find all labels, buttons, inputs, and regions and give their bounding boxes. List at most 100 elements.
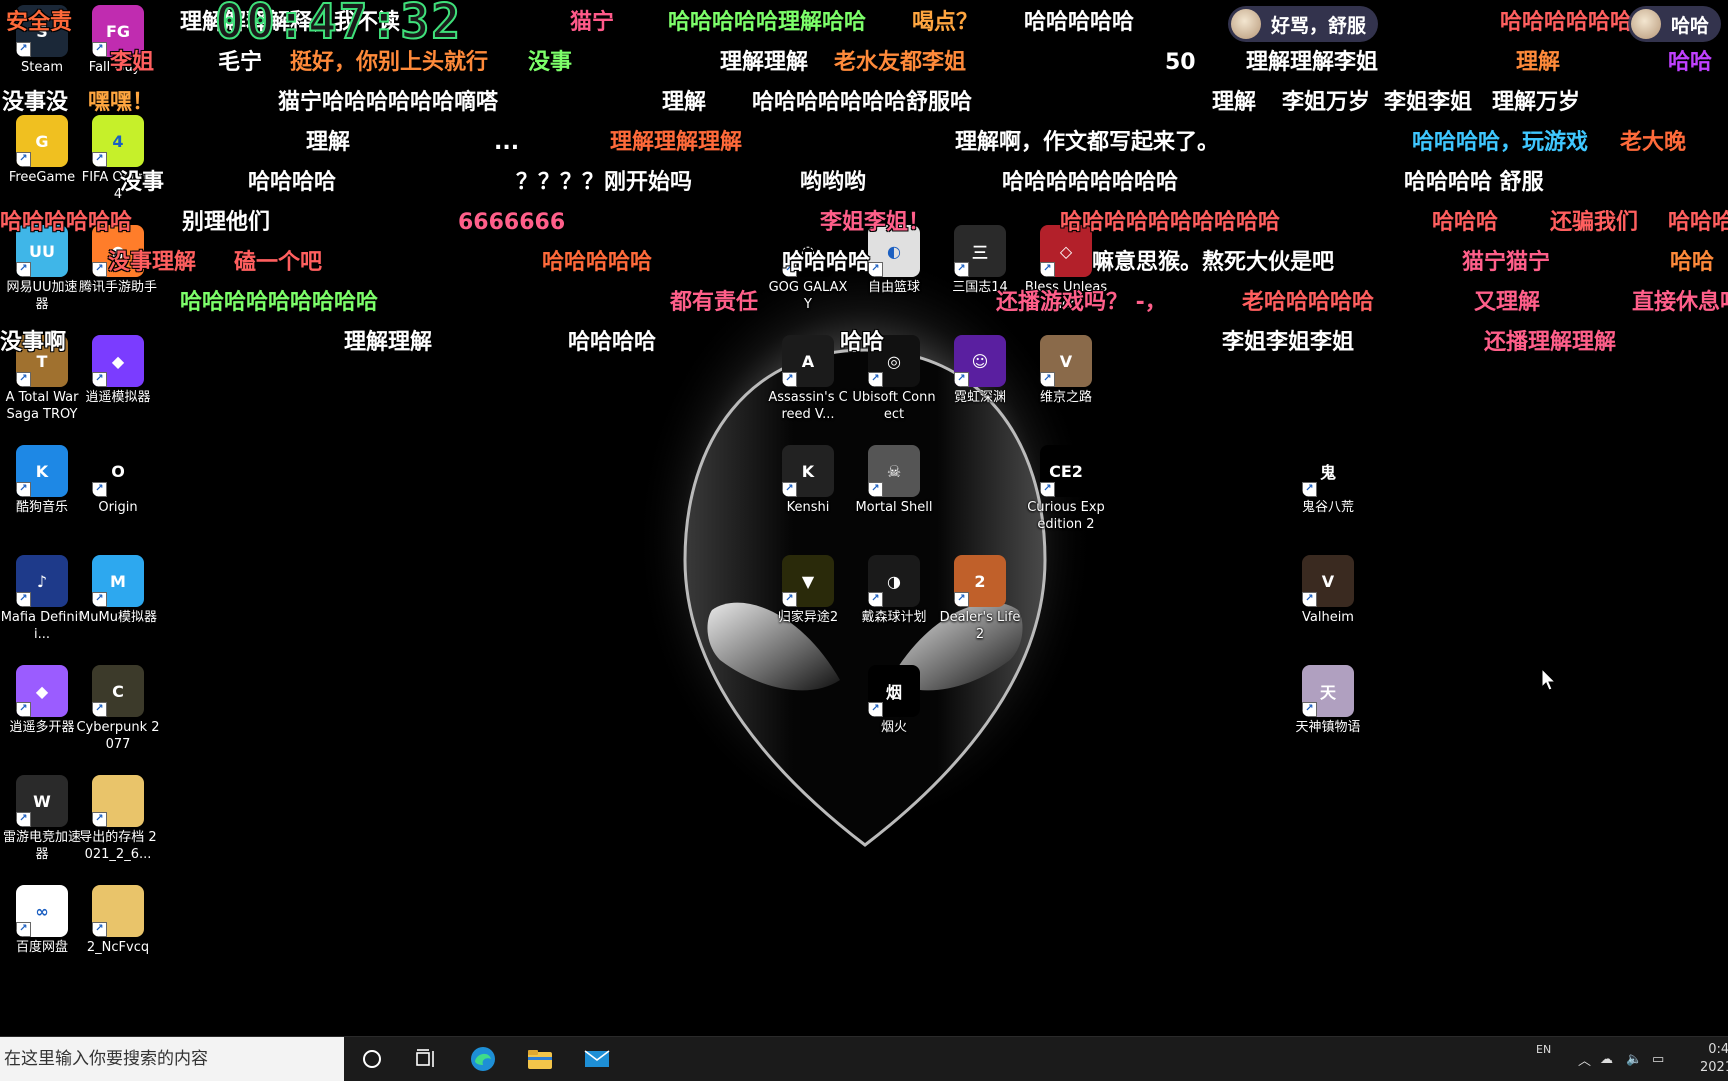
danmaku-comment: 还播理解理解 xyxy=(1484,330,1617,355)
desktop-icon[interactable]: ♪ ↗ Mafia Definiti... xyxy=(0,555,84,643)
desktop-icon[interactable]: ↗ 2_NcFvcq xyxy=(76,885,160,956)
desktop-icon-label: 鬼谷八荒 xyxy=(1301,500,1354,515)
danmaku-comment: 李姐李姐！ xyxy=(820,210,931,235)
file-explorer-button[interactable] xyxy=(516,1037,564,1081)
desktop-icon[interactable]: 天 ↗ 天神镇物语 xyxy=(1286,665,1370,736)
desktop-icon[interactable]: ◑ ↗ 戴森球计划 xyxy=(852,555,936,626)
danmaku-comment: ？？？？刚开始吗 xyxy=(516,170,693,195)
shortcut-arrow-icon: ↗ xyxy=(782,482,797,497)
desktop-icon[interactable]: 2 ↗ Dealer's Life 2 xyxy=(938,555,1022,643)
danmaku-comment: 50 xyxy=(1165,50,1196,75)
mail-icon xyxy=(584,1050,610,1067)
danmaku-comment: 都有责任 xyxy=(670,290,759,315)
shortcut-arrow-icon: ↗ xyxy=(92,152,107,167)
desktop-icon[interactable]: C ↗ Cyberpunk 2077 xyxy=(76,665,160,753)
danmaku-comment: 哈哈哈哈，玩游戏 xyxy=(1412,130,1589,155)
task-view-button[interactable] xyxy=(402,1037,450,1081)
desktop-icon-label: Assassin's Creed V... xyxy=(768,390,848,422)
danmaku-comment: 还骗我们 xyxy=(1550,210,1639,235)
valheim-icon: V ↗ xyxy=(1302,555,1354,607)
shortcut-arrow-icon: ↗ xyxy=(92,482,107,497)
desktop-icon[interactable]: K ↗ 酷狗音乐 xyxy=(0,445,84,516)
desktop-icon[interactable]: UU ↗ 网易UU加速器 xyxy=(0,225,84,313)
desktop-icon[interactable]: ↗ 导出的存档 2021_2_6... xyxy=(76,775,160,863)
icon-glyph: ☠ xyxy=(886,461,902,481)
shortcut-arrow-icon: ↗ xyxy=(868,592,883,607)
shortcut-arrow-icon: ↗ xyxy=(16,372,31,387)
danmaku-comment: 猫宁哈哈哈哈哈哈嘀嗒 xyxy=(278,90,499,115)
danmaku-comment: 哈哈 xyxy=(840,330,885,355)
desktop-icon[interactable]: O ↗ Origin xyxy=(76,445,160,516)
shortcut-arrow-icon: ↗ xyxy=(1040,482,1055,497)
danmaku-comment: 还播游戏吗？ -， xyxy=(996,290,1167,315)
danmaku-comment: 李姐万岁 xyxy=(1282,90,1371,115)
desktop-icon[interactable]: A ↗ Assassin's Creed V... xyxy=(766,335,850,423)
mouse-cursor-icon xyxy=(1541,668,1557,691)
desktop-icon[interactable]: ◆ ↗ 逍遥模拟器 xyxy=(76,335,160,406)
icon-glyph: O xyxy=(111,461,125,481)
user-pill-2: 哈哈 xyxy=(1628,6,1722,42)
desktop-icon[interactable]: 烟 ↗ 烟火 xyxy=(852,665,936,736)
desktop-icon[interactable]: 三 ↗ 三国志14 xyxy=(938,225,1022,296)
homeward-icon: ▼ ↗ xyxy=(782,555,834,607)
icon-glyph: FG xyxy=(105,21,131,41)
desktop-icon[interactable]: 鬼 ↗ 鬼谷八荒 xyxy=(1286,445,1370,516)
network-icon[interactable]: ▭ xyxy=(1652,1037,1664,1081)
danmaku-comment: 理解理解 xyxy=(344,330,433,355)
desktop-icon[interactable]: CE2 ↗ Curious Expedition 2 xyxy=(1024,445,1108,533)
xiaoyao-icon: ◆ ↗ xyxy=(92,335,144,387)
clock-time: 0:4 xyxy=(1708,1042,1728,1057)
icon-glyph: ◆ xyxy=(35,681,49,701)
onedrive-icon[interactable]: ☁ xyxy=(1600,1037,1613,1081)
danmaku-comment: 猫宁 xyxy=(570,10,615,35)
danmaku-comment: 老大晚 xyxy=(1620,130,1687,155)
user-pill-1: 好骂，舒服 xyxy=(1228,6,1379,42)
desktop-icon[interactable]: W ↗ 雷游电竞加速器 xyxy=(0,775,84,863)
danmaku-comment: 哈哈哈哈 xyxy=(248,170,337,195)
desktop-icon-label: 2_NcFvcq xyxy=(86,940,150,955)
sanguozhi-icon: 三 ↗ xyxy=(954,225,1006,277)
cortana-button[interactable] xyxy=(348,1037,396,1081)
desktop-icon[interactable]: ☺ ↗ 霓虹深渊 xyxy=(938,335,1022,406)
desktop-icon[interactable]: V ↗ Valheim xyxy=(1286,555,1370,626)
edge-taskbar-button[interactable] xyxy=(459,1037,507,1081)
neon-abyss-icon: ☺ ↗ xyxy=(954,335,1006,387)
desktop-icon[interactable]: M ↗ MuMu模拟器 xyxy=(76,555,160,626)
clock-date: 2021/ xyxy=(1700,1060,1728,1075)
desktop-icon[interactable]: ∞ ↗ 百度网盘 xyxy=(0,885,84,956)
curious-expedition-icon: CE2 ↗ xyxy=(1040,445,1092,497)
taskbar-search-input[interactable]: 在这里输入你要搜索的内容 xyxy=(0,1037,344,1081)
desktop-icon[interactable]: ◆ ↗ 逍遥多开器 xyxy=(0,665,84,736)
desktop-icon[interactable]: G ↗ FreeGame xyxy=(0,115,84,186)
desktop-icon-label: 归家异途2 xyxy=(777,610,839,625)
desktop-icon-label: Mortal Shell xyxy=(855,500,933,515)
desktop-icon[interactable]: V ↗ 维京之路 xyxy=(1024,335,1108,406)
shortcut-arrow-icon: ↗ xyxy=(954,592,969,607)
shortcut-arrow-icon: ↗ xyxy=(16,152,31,167)
desktop-icon-label: Valheim xyxy=(1302,610,1354,625)
volume-icon[interactable]: 🔈 xyxy=(1626,1037,1642,1081)
danmaku-comment: 又理解 xyxy=(1474,290,1541,315)
icon-glyph: G xyxy=(35,131,49,151)
tray-chevron-icon[interactable]: ︿ xyxy=(1578,1037,1591,1081)
danmaku-comment: 老水友都李姐 xyxy=(834,50,967,75)
desktop-icon[interactable]: ▼ ↗ 归家异途2 xyxy=(766,555,850,626)
accelerator-icon: W ↗ xyxy=(16,775,68,827)
mail-button[interactable] xyxy=(573,1037,621,1081)
icon-glyph: V xyxy=(1059,351,1073,371)
desktop-icon-label: 天神镇物语 xyxy=(1295,720,1361,735)
icon-glyph: 三 xyxy=(971,243,988,262)
input-language[interactable]: EN xyxy=(1536,1027,1551,1071)
user-avatar xyxy=(1631,9,1661,39)
gamepad-icon: G ↗ xyxy=(16,115,68,167)
desktop-icon[interactable]: ☠ ↗ Mortal Shell xyxy=(852,445,936,516)
danmaku-comment: 哈哈哈哈哈哈哈哈哈 xyxy=(180,290,379,315)
icon-glyph: ▼ xyxy=(801,571,815,591)
fifa-icon: 4 ↗ xyxy=(92,115,144,167)
baidu-netdisk-icon: ∞ ↗ xyxy=(16,885,68,937)
desktop-icon[interactable]: K ↗ Kenshi xyxy=(766,445,850,516)
danmaku-comment: 毛宁 xyxy=(218,50,263,75)
desktop-icon-label: 雷游电竞加速器 xyxy=(2,830,81,862)
clock[interactable]: 0:4 2021/ xyxy=(1700,1037,1728,1081)
danmaku-comment: 理解 xyxy=(1516,50,1561,75)
